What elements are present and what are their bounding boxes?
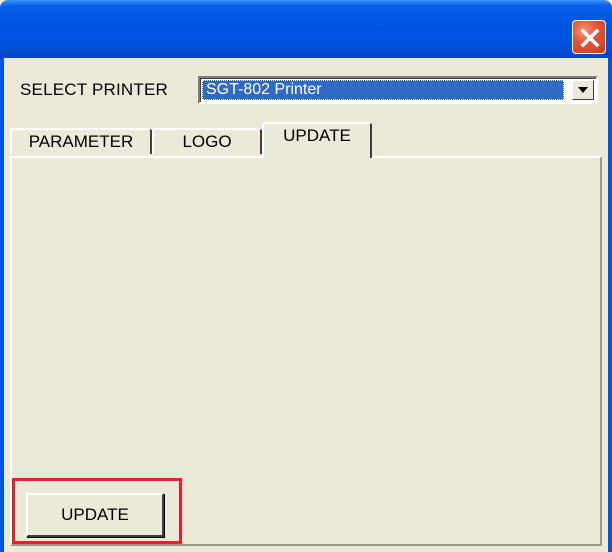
select-printer-label: SELECT PRINTER [20,80,168,99]
tab-logo[interactable]: LOGO [152,128,262,154]
close-button[interactable] [572,20,606,54]
printer-select-value[interactable]: SGT-802 Printer [202,80,564,100]
update-tab-pane [10,156,602,546]
tab-parameter[interactable]: PARAMETER [10,128,152,154]
tab-update[interactable]: UPDATE [262,122,372,158]
window-frame-right [608,58,612,552]
title-bar[interactable] [0,0,612,58]
update-button[interactable]: UPDATE [26,493,164,537]
window-frame-left [0,58,4,552]
dialog-window: SELECT PRINTER SGT-802 Printer PARAMETER… [0,0,612,552]
close-x-icon [580,28,600,48]
chevron-down-icon [578,87,588,93]
printer-select[interactable]: SGT-802 Printer [198,76,598,104]
printer-select-dropdown-button[interactable] [572,80,594,100]
